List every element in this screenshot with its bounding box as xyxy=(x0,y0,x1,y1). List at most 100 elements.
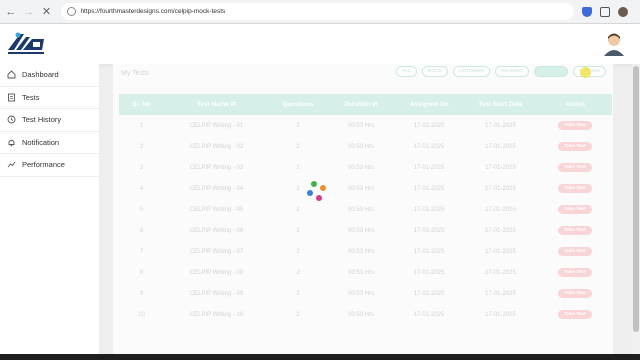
take-test-button[interactable]: Take Test xyxy=(558,289,592,298)
taskbar-strip xyxy=(0,354,640,360)
duration-cell: 00:53 Hrs xyxy=(347,185,374,192)
test-name-cell: CELPIP Writing - 10 xyxy=(189,311,244,318)
start-date-cell: 17-01-2025 xyxy=(485,248,516,255)
serial-number-cell: 3 xyxy=(139,164,144,171)
column-header: Test Start Date xyxy=(478,101,523,108)
sidebar-item-tests[interactable]: Tests xyxy=(0,87,99,109)
start-date-cell: 17-01-2025 xyxy=(485,143,516,150)
action-cell: Take Test xyxy=(538,199,612,220)
home-icon xyxy=(7,70,16,79)
site-info-icon[interactable] xyxy=(67,7,77,16)
column-header[interactable]: Test Name ⇄ xyxy=(164,94,269,115)
test-name-cell: CELPIP Writing - 03 xyxy=(189,164,244,171)
take-test-button[interactable]: Take Test xyxy=(558,310,592,319)
table-row: 3 CELPIP Writing - 03 2 00:53 Hrs 17-01-2025… xyxy=(119,157,612,178)
sidebar-item-performance[interactable]: Performance xyxy=(0,154,99,177)
action-cell: Take Test xyxy=(538,304,612,325)
serial-number-cell: 7 xyxy=(139,248,144,255)
action-cell: Take Test xyxy=(538,283,612,304)
action-cell: Take Test xyxy=(538,136,612,157)
take-test-button[interactable]: Take Test xyxy=(558,226,592,235)
filter-listening[interactable]: LISTENING xyxy=(452,66,491,77)
take-test-button[interactable]: Take Test xyxy=(558,247,592,256)
start-date-cell: 17-01-2025 xyxy=(485,164,516,171)
serial-number-cell: 5 xyxy=(139,206,144,213)
brand-logo[interactable] xyxy=(6,28,46,60)
serial-number-cell: 10 xyxy=(138,311,145,318)
address-bar[interactable]: https://fourthmasterdesigns.com/celpip-m… xyxy=(61,3,575,20)
column-header: Assigned On xyxy=(409,101,449,108)
take-test-button[interactable]: Take Test xyxy=(558,184,592,193)
action-cell: Take Test xyxy=(538,115,612,136)
cursor-highlight xyxy=(580,67,591,78)
filter-speaking[interactable] xyxy=(534,66,569,77)
column-header[interactable]: Duration ⇄ xyxy=(327,94,395,115)
assigned-on-cell: 17-01-2025 xyxy=(413,143,445,150)
sidebar-item-notification[interactable]: Notification xyxy=(0,132,99,154)
filter-mock[interactable]: MOCK xyxy=(421,66,448,77)
table-row: 8 CELPIP Writing - 08 2 00:53 Hrs 17-01-2025… xyxy=(119,262,612,283)
test-name-cell: CELPIP Writing - 06 xyxy=(189,227,244,234)
action-cell: Take Test xyxy=(538,220,612,241)
duration-cell: 00:53 Hrs xyxy=(347,227,374,234)
user-avatar[interactable] xyxy=(603,32,625,56)
serial-number-cell: 1 xyxy=(139,122,144,129)
page-scrollbar[interactable] xyxy=(632,64,640,354)
duration-cell: 00:53 Hrs xyxy=(347,248,374,255)
page-title: My Tests xyxy=(121,70,149,77)
questions-cell: 2 xyxy=(296,227,300,234)
take-test-button[interactable]: Take Test xyxy=(558,142,592,151)
start-date-cell: 17-01-2025 xyxy=(485,185,516,192)
test-name-cell: CELPIP Writing - 08 xyxy=(189,269,244,276)
take-test-button[interactable]: Take Test xyxy=(558,121,592,130)
start-date-cell: 17-01-2025 xyxy=(485,227,516,234)
loading-spinner-icon xyxy=(307,181,326,201)
scrollbar-thumb[interactable] xyxy=(633,66,639,332)
sidebar: Dashboard Tests Test History Notificatio… xyxy=(0,64,100,360)
filter-reading[interactable]: READING xyxy=(495,66,530,77)
puzzle-extension-icon[interactable] xyxy=(600,6,611,17)
tests-table: Sr. No Test Name ⇄ Questions Duration ⇄ … xyxy=(119,94,612,325)
menu-icon[interactable]: ⋮ xyxy=(636,6,640,17)
assigned-on-cell: 17-01-2025 xyxy=(413,248,445,255)
sidebar-item-label: Test History xyxy=(22,115,62,125)
action-cell: Take Test xyxy=(538,262,612,283)
questions-cell: 2 xyxy=(296,290,300,297)
table-row: 10 CELPIP Writing - 10 2 00:53 Hrs 17-01-202… xyxy=(119,304,612,325)
take-test-button[interactable]: Take Test xyxy=(558,163,592,172)
start-date-cell: 17-01-2025 xyxy=(485,311,516,318)
questions-cell: 2 xyxy=(296,269,300,276)
duration-cell: 00:53 Hrs xyxy=(347,269,374,276)
assigned-on-cell: 17-01-2025 xyxy=(413,269,445,276)
sidebar-item-label: Performance xyxy=(22,160,65,170)
bell-icon xyxy=(7,138,16,147)
history-icon xyxy=(7,115,16,124)
browser-toolbar: ← → ✕ https://fourthmasterdesigns.com/ce… xyxy=(0,0,640,24)
table-row: 9 CELPIP Writing - 09 2 00:53 Hrs 17-01-2025… xyxy=(119,283,612,304)
questions-cell: 2 xyxy=(296,122,300,129)
start-date-cell: 17-01-2025 xyxy=(485,206,516,213)
profile-icon[interactable] xyxy=(618,6,628,17)
shield-extension-icon[interactable] xyxy=(582,6,593,17)
filter-all[interactable]: ALL xyxy=(396,66,417,77)
action-cell: Take Test xyxy=(538,241,612,262)
start-date-cell: 17-01-2025 xyxy=(485,290,516,297)
sidebar-item-label: Notification xyxy=(22,137,60,147)
table-row: 1 CELPIP Writing - 01 2 00:53 Hrs 17-01-2025… xyxy=(119,115,612,136)
questions-cell: 2 xyxy=(296,311,300,318)
assigned-on-cell: 17-01-2025 xyxy=(413,122,445,129)
take-test-button[interactable]: Take Test xyxy=(558,268,592,277)
serial-number-cell: 9 xyxy=(139,290,144,297)
reload-icon[interactable]: ✕ xyxy=(40,5,54,19)
sidebar-item-test-history[interactable]: Test History xyxy=(0,109,99,132)
take-test-button[interactable]: Take Test xyxy=(558,205,592,214)
questions-cell: 2 xyxy=(296,248,300,255)
url-text: https://fourthmasterdesigns.com/celpip-m… xyxy=(80,8,226,15)
assigned-on-cell: 17-01-2025 xyxy=(413,311,445,318)
assigned-on-cell: 17-01-2025 xyxy=(413,206,445,213)
start-date-cell: 17-01-2025 xyxy=(485,269,516,276)
forward-arrow-icon[interactable]: → xyxy=(22,5,36,19)
sidebar-item-dashboard[interactable]: Dashboard xyxy=(0,64,99,87)
back-arrow-icon[interactable]: ← xyxy=(4,5,18,19)
test-filters: ALL MOCK LISTENING READING WRITING xyxy=(396,66,611,77)
